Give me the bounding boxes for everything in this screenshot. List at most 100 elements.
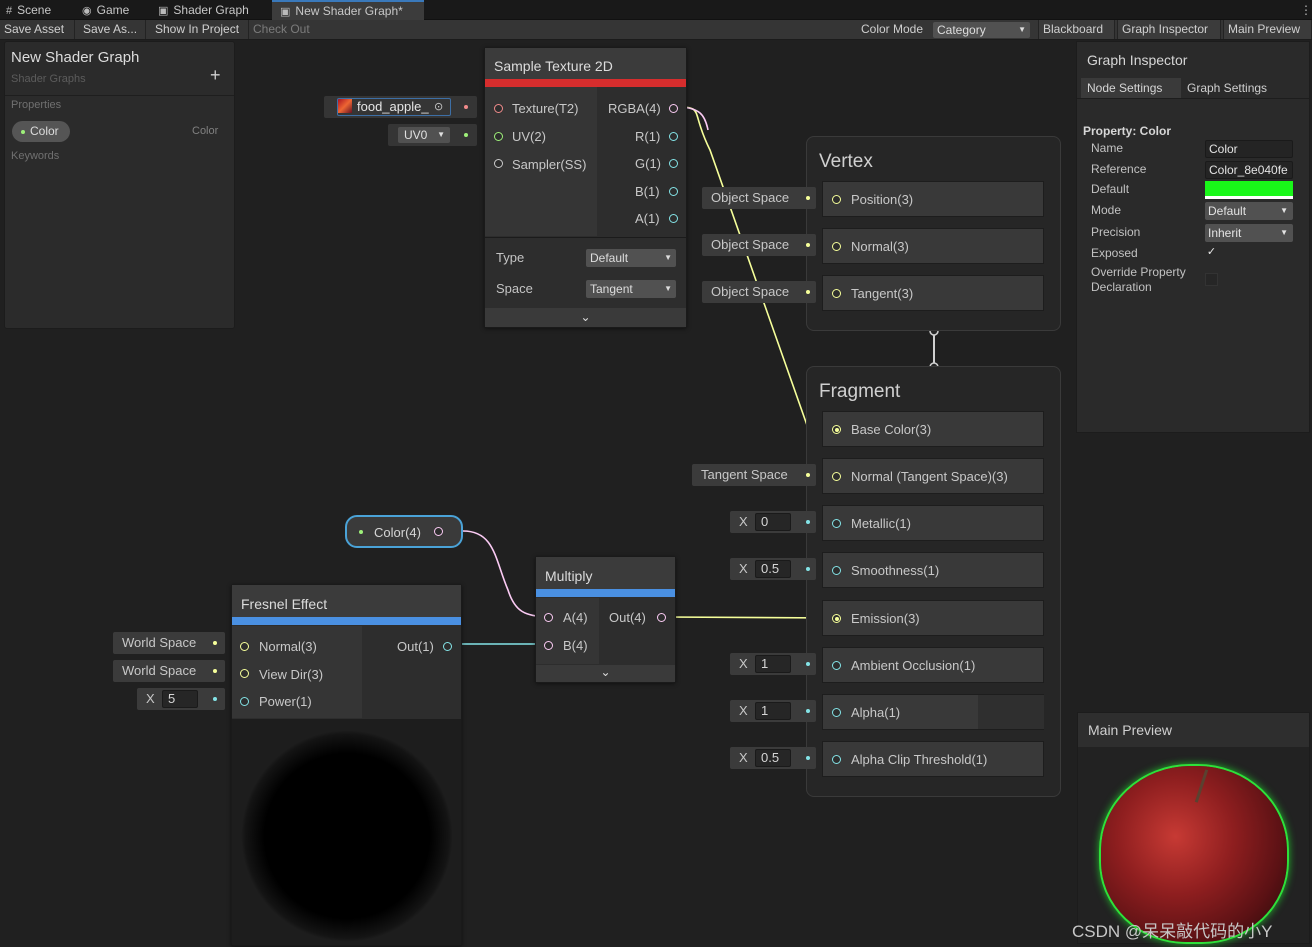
port-label: Sampler(SS) bbox=[512, 157, 587, 172]
out-output-port[interactable] bbox=[443, 642, 452, 651]
space-dropdown[interactable]: Tangent ▼ bbox=[586, 280, 676, 298]
node-title: Fresnel Effect bbox=[232, 585, 461, 619]
main-preview-panel: Main Preview bbox=[1077, 712, 1310, 944]
a-input-port[interactable] bbox=[544, 613, 553, 622]
node-title: Multiply bbox=[536, 557, 675, 591]
apple-preview-image bbox=[1101, 766, 1287, 942]
position-space-input[interactable]: Object Space bbox=[702, 187, 816, 209]
exposed-checkbox[interactable]: ✓ bbox=[1205, 246, 1218, 259]
precision-dropdown[interactable]: Inherit ▼ bbox=[1205, 224, 1293, 242]
property-pill-color[interactable]: Color bbox=[12, 121, 70, 142]
category-color-bar bbox=[232, 617, 461, 625]
power-value-field[interactable]: 5 bbox=[162, 690, 198, 708]
override-label-line2: Declaration bbox=[1091, 280, 1152, 294]
uv-input-port[interactable] bbox=[494, 132, 503, 141]
chevron-down-icon: ▼ bbox=[1280, 206, 1288, 215]
alpha-clip-input[interactable]: X 0.5 bbox=[730, 747, 816, 769]
smoothness-value-field[interactable]: 0.5 bbox=[755, 560, 791, 578]
out-output-port[interactable] bbox=[657, 613, 666, 622]
b-input-port[interactable] bbox=[544, 641, 553, 650]
node-fresnel-effect[interactable]: Fresnel Effect Normal(3) View Dir(3) Pow… bbox=[231, 584, 462, 946]
block-smoothness[interactable]: Smoothness(1) bbox=[822, 552, 1044, 588]
type-label: Type bbox=[496, 250, 525, 265]
block-position[interactable]: Position(3) bbox=[822, 181, 1044, 217]
section-title: Property: Color bbox=[1083, 124, 1172, 138]
block-normal[interactable]: Normal(3) bbox=[822, 228, 1044, 264]
watermark: CSDN @呆呆敲代码的小Y bbox=[1072, 922, 1273, 941]
reference-field[interactable]: Color_8e040fe bbox=[1205, 161, 1293, 179]
ambient-occlusion-input[interactable]: X1 bbox=[730, 653, 816, 675]
tab-graph-settings[interactable]: Graph Settings bbox=[1181, 78, 1307, 98]
smoothness-input[interactable]: X 0.5 bbox=[730, 558, 816, 580]
metallic-input[interactable]: X0 bbox=[730, 511, 816, 533]
uv-input-field[interactable]: UV0 ▼ bbox=[388, 124, 477, 146]
chevron-down-icon: ▼ bbox=[664, 253, 672, 262]
port-label: G(1) bbox=[635, 156, 661, 171]
block-tangent[interactable]: Tangent(3) bbox=[822, 275, 1044, 311]
chevron-down-icon: ▼ bbox=[664, 284, 672, 293]
ambient-occlusion-value-field[interactable]: 1 bbox=[755, 655, 791, 673]
property-type-label: Color bbox=[192, 125, 219, 137]
collapse-preview-chevron-icon[interactable]: ⌄ bbox=[485, 308, 686, 327]
normal-input-port[interactable] bbox=[240, 642, 249, 651]
block-base-color[interactable]: Base Color(3) bbox=[822, 411, 1044, 447]
alpha-clip-value-field[interactable]: 0.5 bbox=[755, 749, 791, 767]
collapse-preview-chevron-icon[interactable]: ⌄ bbox=[536, 665, 675, 682]
texture-input-field[interactable]: food_apple_ ⊙ bbox=[324, 96, 477, 118]
alpha-value-field[interactable]: 1 bbox=[755, 702, 791, 720]
alpha-input[interactable]: X1 bbox=[730, 700, 816, 722]
category-color-bar bbox=[485, 79, 686, 87]
fresnel-power-input[interactable]: X5 bbox=[137, 688, 225, 710]
a-output-port[interactable] bbox=[669, 214, 678, 223]
tab-node-settings[interactable]: Node Settings bbox=[1081, 78, 1181, 98]
object-picker-icon[interactable]: ⊙ bbox=[434, 96, 443, 118]
sampler-input-port[interactable] bbox=[494, 159, 503, 168]
texture-input-port[interactable] bbox=[494, 104, 503, 113]
block-ambient-occlusion[interactable]: Ambient Occlusion(1) bbox=[822, 647, 1044, 683]
power-input-port[interactable] bbox=[240, 697, 249, 706]
add-property-button[interactable]: + bbox=[210, 65, 221, 86]
r-output-port[interactable] bbox=[669, 132, 678, 141]
fresnel-preview bbox=[232, 719, 461, 945]
block-alpha[interactable]: Alpha(1) bbox=[822, 694, 1044, 730]
preview-viewport[interactable] bbox=[1078, 747, 1309, 943]
name-field[interactable]: Color bbox=[1205, 140, 1293, 158]
uv-channel-dropdown[interactable]: UV0 ▼ bbox=[398, 127, 450, 143]
rgba-output-port[interactable] bbox=[669, 104, 678, 113]
port-label: RGBA(4) bbox=[608, 101, 661, 116]
g-output-port[interactable] bbox=[669, 159, 678, 168]
category-color-bar bbox=[536, 589, 675, 597]
default-color-swatch[interactable] bbox=[1205, 181, 1293, 199]
fragment-title: Fragment bbox=[819, 381, 901, 402]
keywords-label: Keywords bbox=[11, 150, 60, 162]
port-label: B(1) bbox=[635, 184, 660, 199]
normal-space-input[interactable]: Object Space bbox=[702, 234, 816, 256]
fresnel-view-space-input[interactable]: World Space bbox=[113, 660, 225, 682]
port-label: A(1) bbox=[635, 211, 660, 226]
b-output-port[interactable] bbox=[669, 187, 678, 196]
fresnel-sphere-preview bbox=[241, 730, 453, 942]
override-declaration-checkbox[interactable] bbox=[1205, 273, 1218, 286]
port-label: UV(2) bbox=[512, 129, 546, 144]
block-metallic[interactable]: Metallic(1) bbox=[822, 505, 1044, 541]
vector-port-dot bbox=[21, 130, 25, 134]
metallic-value-field[interactable]: 0 bbox=[755, 513, 791, 531]
mode-dropdown[interactable]: Default ▼ bbox=[1205, 202, 1293, 220]
space-label: Space bbox=[496, 281, 533, 296]
type-dropdown[interactable]: Default ▼ bbox=[586, 249, 676, 267]
node-sample-texture-2d[interactable]: Sample Texture 2D Texture(T2) UV(2) Samp… bbox=[484, 47, 687, 328]
vertex-title: Vertex bbox=[819, 151, 873, 172]
block-normal-tangent-space[interactable]: Normal (Tangent Space)(3) bbox=[822, 458, 1044, 494]
node-multiply[interactable]: Multiply A(4) B(4) Out(4) ⌄ bbox=[535, 556, 676, 683]
color-property-node[interactable]: Color(4) bbox=[345, 515, 463, 548]
block-alpha-clip-threshold[interactable]: Alpha Clip Threshold(1) bbox=[822, 741, 1044, 777]
fresnel-normal-space-input[interactable]: World Space bbox=[113, 632, 225, 654]
port-label: Texture(T2) bbox=[512, 101, 579, 116]
blackboard-panel: New Shader Graph Shader Graphs + Propert… bbox=[4, 41, 235, 329]
view-dir-input-port[interactable] bbox=[240, 669, 249, 678]
tangent-space-input[interactable]: Object Space bbox=[702, 281, 816, 303]
normal-tangent-space-input[interactable]: Tangent Space bbox=[692, 464, 816, 486]
color-output-port[interactable] bbox=[434, 527, 443, 536]
block-emission[interactable]: Emission(3) bbox=[822, 600, 1044, 636]
port-label: R(1) bbox=[635, 129, 661, 144]
